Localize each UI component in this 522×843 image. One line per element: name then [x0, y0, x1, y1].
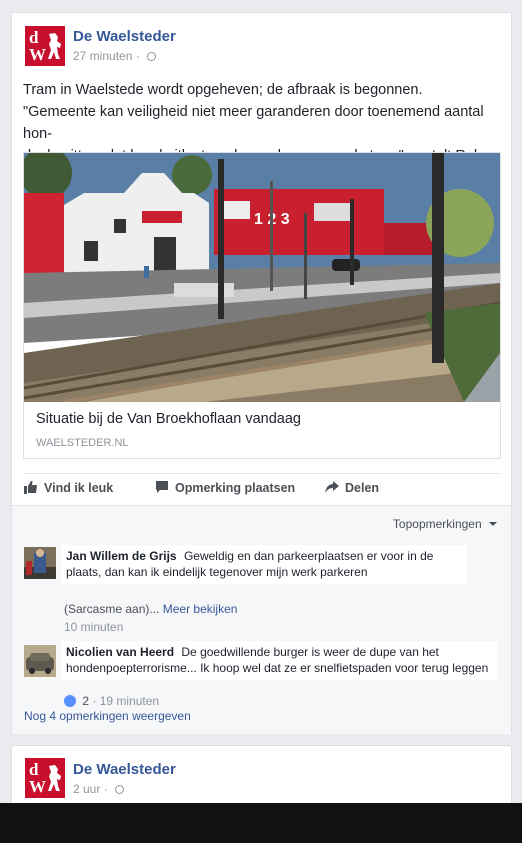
- comment-bubble: Jan Willem de Grijs Geweldig en dan park…: [61, 545, 467, 584]
- page-name-link[interactable]: De Waelsteder: [73, 28, 176, 45]
- separator-dot: ·: [135, 49, 144, 63]
- horse-icon: [48, 765, 61, 791]
- page-logo[interactable]: d W: [25, 758, 65, 798]
- comments-section: Topopmerkingen Jan Willem de Grijs Gewel…: [12, 505, 511, 734]
- like-button[interactable]: Vind ik leuk: [24, 481, 114, 495]
- commenter-photo: [24, 547, 56, 579]
- comment-time[interactable]: 10 minuten: [64, 620, 123, 634]
- comment-text: De goedwillende burger is weer de dupe v…: [181, 645, 439, 659]
- tram-model-photo: 1 2 3: [24, 153, 500, 402]
- separator-dot: ·: [92, 694, 100, 708]
- comment-extra-text: (Sarcasme aan)...: [64, 602, 160, 616]
- comment-sort-label: Topopmerkingen: [392, 517, 482, 531]
- see-more-link[interactable]: Meer bekijken: [163, 602, 238, 616]
- horse-icon: [48, 33, 61, 59]
- comment-bubble-icon: [156, 481, 168, 493]
- comment-meta: 2 · 19 minuten: [64, 694, 159, 708]
- link-preview-image[interactable]: 1 2 3: [24, 153, 500, 402]
- comment-bubble: Nicolien van Heerd De goedwillende burge…: [61, 641, 497, 680]
- link-preview-domain: WAELSTEDER.NL: [36, 437, 129, 449]
- globe-icon: [147, 52, 157, 61]
- comment-text: hondenpoepterrorisme... Ik hoop wel dat …: [66, 660, 419, 675]
- logo-letter-w: W: [29, 45, 46, 64]
- comment-extra: (Sarcasme aan)... Meer bekijken: [64, 602, 237, 616]
- comment-sort-dropdown[interactable]: Topopmerkingen: [393, 517, 497, 531]
- share-button[interactable]: Delen: [325, 481, 380, 495]
- comment-author[interactable]: Nicolien van Heerd: [66, 645, 174, 659]
- commenter-photo: [24, 645, 56, 677]
- comment-button[interactable]: Opmerking plaatsen: [156, 481, 296, 495]
- post-card: d W De Waelsteder 27 minuten · Tram in W…: [11, 12, 512, 734]
- view-more-comments-link[interactable]: Nog 4 opmerkingen weergeven: [24, 709, 191, 723]
- comment-label: Opmerking plaatsen: [175, 481, 296, 495]
- link-preview[interactable]: 1 2 3: [23, 152, 501, 459]
- thumbs-up-icon: [24, 481, 37, 494]
- post-timestamp[interactable]: 27 minuten ·: [73, 49, 157, 63]
- logo-letter-w: W: [29, 777, 46, 796]
- page-logo[interactable]: d W: [25, 26, 65, 66]
- post-text-line: "Gemeente kan veiligheid niet meer garan…: [23, 104, 484, 142]
- comment-text: Geweldig en dan parkeerplaatsen er voor …: [183, 549, 434, 563]
- separator-dot: ·: [103, 782, 112, 796]
- share-arrow-icon: [325, 481, 339, 493]
- share-label: Delen: [345, 481, 380, 495]
- bottom-bar: [0, 803, 522, 843]
- link-preview-title[interactable]: Situatie bij de Van Broekhoflaan vandaag: [36, 411, 301, 427]
- globe-icon: [115, 785, 125, 794]
- chevron-down-icon: [489, 522, 497, 526]
- comment-author[interactable]: Jan Willem de Grijs: [66, 549, 177, 563]
- avatar[interactable]: [24, 547, 56, 579]
- comment-text: plaats, dan kan ik eindelijk tegenover m…: [66, 564, 368, 579]
- comment-like-count[interactable]: 2: [82, 694, 89, 708]
- post-text-line: Tram in Waelstede wordt opgeheven; de af…: [23, 82, 423, 98]
- post-timestamp[interactable]: 2 uur ·: [73, 782, 125, 796]
- like-badge-icon: [64, 695, 76, 707]
- comment-text: terug leggen: [421, 660, 489, 675]
- comment-time[interactable]: 19 minuten: [100, 694, 159, 708]
- post-time[interactable]: 27 minuten: [73, 49, 132, 63]
- like-label: Vind ik leuk: [44, 481, 114, 495]
- post-actions: Vind ik leuk Opmerking plaatsen Delen: [23, 473, 501, 504]
- avatar[interactable]: [24, 645, 56, 677]
- post-time[interactable]: 2 uur: [73, 782, 100, 796]
- page-name-link[interactable]: De Waelsteder: [73, 761, 176, 778]
